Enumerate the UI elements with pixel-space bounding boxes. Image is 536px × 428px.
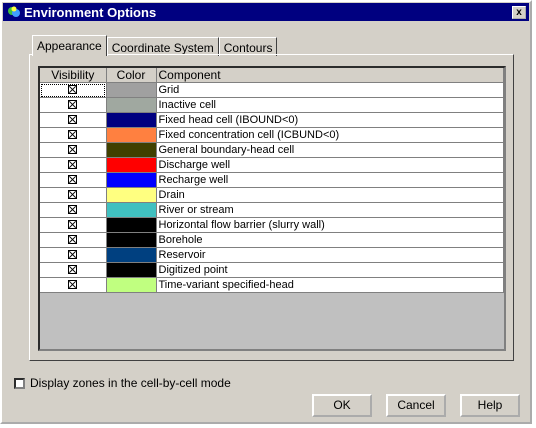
window-title: Environment Options — [24, 4, 157, 20]
table-row[interactable]: Drain — [40, 187, 504, 203]
color-swatch[interactable] — [106, 112, 157, 128]
visibility-cell[interactable] — [40, 247, 107, 263]
component-name: Fixed head cell (IBOUND<0) — [156, 112, 504, 128]
component-name: Borehole — [156, 232, 504, 248]
component-name: Grid — [156, 82, 504, 98]
component-name: Time-variant specified-head — [156, 277, 504, 293]
table-row[interactable]: General boundary-head cell — [40, 142, 504, 158]
component-table: Visibility Color Component Grid Inactive … — [40, 68, 504, 293]
color-swatch[interactable] — [106, 82, 157, 98]
visibility-checkbox[interactable] — [68, 145, 78, 155]
visibility-cell[interactable] — [40, 217, 107, 233]
environment-options-dialog: Environment Options x Appearance Coordin… — [0, 0, 532, 424]
visibility-checkbox[interactable] — [68, 265, 78, 275]
visibility-checkbox[interactable] — [68, 100, 78, 110]
visibility-cell[interactable] — [40, 172, 107, 188]
color-swatch[interactable] — [106, 277, 157, 293]
visibility-checkbox[interactable] — [68, 160, 78, 170]
visibility-checkbox[interactable] — [68, 115, 78, 125]
component-name: Horizontal flow barrier (slurry wall) — [156, 217, 504, 233]
display-zones-checkbox[interactable] — [14, 377, 25, 389]
visibility-checkbox[interactable] — [68, 250, 78, 260]
color-swatch[interactable] — [106, 217, 157, 233]
table-row[interactable]: Discharge well — [40, 157, 504, 173]
color-swatch[interactable] — [106, 172, 157, 188]
visibility-checkbox[interactable] — [68, 130, 78, 140]
visibility-checkbox[interactable] — [68, 175, 78, 185]
visibility-cell[interactable] — [40, 82, 107, 98]
visibility-cell[interactable] — [40, 187, 107, 203]
visibility-cell[interactable] — [40, 262, 107, 278]
color-swatch[interactable] — [106, 97, 157, 113]
display-zones-option[interactable]: Display zones in the cell-by-cell mode — [14, 376, 231, 390]
help-button[interactable]: Help — [460, 394, 520, 417]
visibility-cell[interactable] — [40, 277, 107, 293]
visibility-cell[interactable] — [40, 157, 107, 173]
table-row[interactable]: Recharge well — [40, 172, 504, 188]
ok-button[interactable]: OK — [312, 394, 372, 417]
visibility-checkbox[interactable] — [68, 280, 78, 290]
component-rows: Grid Inactive cell Fixed head cell (IBOUND… — [40, 82, 504, 293]
visibility-cell[interactable] — [40, 127, 107, 143]
visibility-cell[interactable] — [40, 202, 107, 218]
visibility-cell[interactable] — [40, 97, 107, 113]
visibility-cell[interactable] — [40, 142, 107, 158]
color-swatch[interactable] — [106, 247, 157, 263]
color-header[interactable]: Color — [106, 68, 157, 83]
component-name: Fixed concentration cell (ICBUND<0) — [156, 127, 504, 143]
color-swatch[interactable] — [106, 202, 157, 218]
table-row[interactable]: Grid — [40, 82, 504, 98]
display-zones-label: Display zones in the cell-by-cell mode — [30, 376, 231, 390]
tab-strip: Appearance Coordinate System Contours — [32, 35, 278, 56]
component-header[interactable]: Component — [156, 68, 504, 83]
title-bar: Environment Options x — [3, 3, 529, 21]
visibility-cell[interactable] — [40, 112, 107, 128]
visibility-checkbox[interactable] — [68, 235, 78, 245]
table-row[interactable]: Borehole — [40, 232, 504, 248]
component-name: Inactive cell — [156, 97, 504, 113]
table-row[interactable]: Reservoir — [40, 247, 504, 263]
table-row[interactable]: Fixed concentration cell (ICBUND<0) — [40, 127, 504, 143]
table-row[interactable]: Horizontal flow barrier (slurry wall) — [40, 217, 504, 233]
app-icon — [8, 6, 20, 17]
component-name: River or stream — [156, 202, 504, 218]
table-header-row: Visibility Color Component — [40, 68, 504, 83]
table-row[interactable]: Time-variant specified-head — [40, 277, 504, 293]
appearance-panel: Visibility Color Component Grid Inactive … — [29, 54, 514, 361]
color-swatch[interactable] — [106, 232, 157, 248]
component-name: Drain — [156, 187, 504, 203]
component-name: Recharge well — [156, 172, 504, 188]
visibility-checkbox[interactable] — [68, 220, 78, 230]
close-button[interactable]: x — [512, 5, 526, 19]
visibility-cell[interactable] — [40, 232, 107, 248]
tab-appearance[interactable]: Appearance — [32, 35, 107, 56]
table-row[interactable]: Fixed head cell (IBOUND<0) — [40, 112, 504, 128]
color-swatch[interactable] — [106, 142, 157, 158]
color-swatch[interactable] — [106, 127, 157, 143]
visibility-checkbox[interactable] — [68, 190, 78, 200]
color-swatch[interactable] — [106, 262, 157, 278]
table-row[interactable]: Inactive cell — [40, 97, 504, 113]
component-name: Digitized point — [156, 262, 504, 278]
visibility-header[interactable]: Visibility — [40, 68, 107, 83]
component-grid: Visibility Color Component Grid Inactive … — [38, 66, 506, 351]
color-swatch[interactable] — [106, 187, 157, 203]
component-name: Reservoir — [156, 247, 504, 263]
table-row[interactable]: Digitized point — [40, 262, 504, 278]
cancel-button[interactable]: Cancel — [386, 394, 446, 417]
visibility-checkbox[interactable] — [68, 85, 78, 95]
visibility-checkbox[interactable] — [68, 205, 78, 215]
component-name: Discharge well — [156, 157, 504, 173]
color-swatch[interactable] — [106, 157, 157, 173]
component-name: General boundary-head cell — [156, 142, 504, 158]
table-row[interactable]: River or stream — [40, 202, 504, 218]
